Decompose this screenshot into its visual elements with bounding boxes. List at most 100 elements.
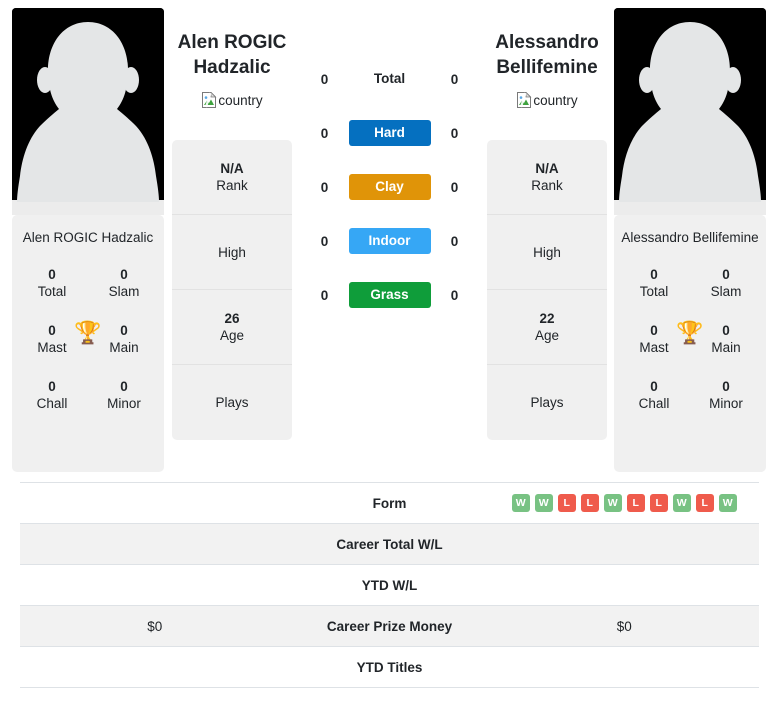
form-badge-win: W xyxy=(511,494,530,512)
stat-mast-label: Mast xyxy=(639,340,669,355)
right-high-label: High xyxy=(533,244,561,260)
stat-slam-label: Slam xyxy=(710,284,742,299)
left-card-player-name: Alen ROGIC Hadzalic xyxy=(22,230,154,245)
right-info-age: 22 Age xyxy=(487,290,607,365)
left-info-rank: N/A Rank xyxy=(172,140,292,215)
stat-main-value: 0 xyxy=(722,323,730,338)
table-row-career-total-wl: Career Total W/L xyxy=(20,524,759,565)
stat-minor-label: Minor xyxy=(709,396,743,411)
right-info-rank: N/A Rank xyxy=(487,140,607,215)
left-score-clay: 0 xyxy=(320,179,329,195)
left-career-prize-money: $0 xyxy=(147,618,163,634)
stat-chall: 0 Chall xyxy=(16,378,88,412)
right-score-clay: 0 xyxy=(450,179,459,195)
stat-main-label: Main xyxy=(109,340,139,355)
left-player-name-line2: Hadzalic xyxy=(193,57,271,78)
form-badge-loss: L xyxy=(649,494,668,512)
form-badge-loss: L xyxy=(626,494,645,512)
stat-mast-value: 0 xyxy=(650,323,658,338)
form-badge-win: W xyxy=(672,494,691,512)
right-player-column: Alessandro Bellifemine 🏆 0 Total 0 Slam … xyxy=(607,8,767,472)
left-score-hard: 0 xyxy=(320,125,329,141)
surface-badge-hard: Hard xyxy=(348,120,431,146)
left-titles-grid: 🏆 0 Total 0 Slam 0 Mast 0 Main 0 Chall 0… xyxy=(16,266,160,412)
stat-mast-label: Mast xyxy=(37,340,67,355)
broken-image-icon xyxy=(202,92,217,108)
right-age-label: Age xyxy=(534,328,560,343)
stat-total-label: Total xyxy=(37,284,67,299)
right-info-card: N/A Rank High 22 Age Plays xyxy=(487,140,607,440)
right-score-grass: 0 xyxy=(450,287,459,303)
left-country-alt-text: country xyxy=(218,92,263,108)
stat-chall-label: Chall xyxy=(36,396,68,411)
left-player-info-column: Alen ROGIC Hadzalic country N/A Rank Hig… xyxy=(172,8,292,440)
surface-row-hard: 0 Hard 0 xyxy=(292,120,487,146)
right-info-plays: Plays xyxy=(487,365,607,440)
stat-minor-value: 0 xyxy=(120,379,128,394)
stat-total-label: Total xyxy=(639,284,669,299)
form-badge-loss: L xyxy=(557,494,576,512)
form-badge-win: W xyxy=(718,494,737,512)
right-score-hard: 0 xyxy=(450,125,459,141)
table-row-ytd-wl: YTD W/L xyxy=(20,565,759,606)
right-player-name: Alessandro Bellifemine xyxy=(487,30,607,80)
stat-chall-value: 0 xyxy=(650,379,658,394)
table-row-ytd-titles: YTD Titles xyxy=(20,647,759,688)
surface-badge-grass: Grass xyxy=(348,282,431,308)
stat-slam-value: 0 xyxy=(120,267,128,282)
surface-row-indoor: 0 Indoor 0 xyxy=(292,228,487,254)
left-age-label: Age xyxy=(219,328,245,343)
stat-minor: 0 Minor xyxy=(690,378,762,412)
career-total-wl-label: Career Total W/L xyxy=(336,536,443,552)
right-player-info-column: Alessandro Bellifemine country N/A Rank … xyxy=(487,8,607,440)
right-score-indoor: 0 xyxy=(450,233,459,249)
form-badge-win: W xyxy=(603,494,622,512)
right-player-name-line1: Alessandro xyxy=(495,32,599,53)
left-rank-value: N/A xyxy=(220,161,244,176)
stat-slam-label: Slam xyxy=(108,284,140,299)
form-badge-loss: L xyxy=(580,494,599,512)
stat-main-label: Main xyxy=(711,340,741,355)
stat-main-value: 0 xyxy=(120,323,128,338)
stat-slam-value: 0 xyxy=(722,267,730,282)
stat-total-value: 0 xyxy=(48,267,56,282)
stat-chall-label: Chall xyxy=(638,396,670,411)
table-row-form: Form WWLLWLLWLW xyxy=(20,483,759,524)
stat-main: 0 Main xyxy=(88,322,160,356)
player-comparison: Alen ROGIC Hadzalic 🏆 0 Total 0 Slam 0 M… xyxy=(0,0,779,472)
left-country-flag: country xyxy=(172,92,292,108)
surface-badge-total: Total xyxy=(373,71,406,86)
left-player-name-line1: Alen ROGIC xyxy=(177,32,287,53)
form-badge-win: W xyxy=(534,494,553,512)
left-player-name: Alen ROGIC Hadzalic xyxy=(172,30,292,80)
right-plays-label: Plays xyxy=(530,395,564,410)
right-career-prize-money: $0 xyxy=(616,618,632,634)
stat-slam: 0 Slam xyxy=(88,266,160,300)
right-player-name-line2: Bellifemine xyxy=(496,57,598,78)
head-to-head-stats-table: Form WWLLWLLWLW Career Total W/L YTD W/L… xyxy=(20,482,759,688)
ytd-wl-label: YTD W/L xyxy=(361,577,418,593)
form-badge-loss: L xyxy=(695,494,714,512)
stat-minor-label: Minor xyxy=(107,396,141,411)
surface-row-total: 0 Total 0 xyxy=(292,66,487,92)
broken-image-icon xyxy=(517,92,532,108)
career-prize-money-label: Career Prize Money xyxy=(326,618,453,634)
stat-minor: 0 Minor xyxy=(88,378,160,412)
left-age-value: 26 xyxy=(224,311,240,326)
right-titles-card: Alessandro Bellifemine 🏆 0 Total 0 Slam … xyxy=(614,215,766,472)
left-high-label: High xyxy=(218,244,246,260)
stat-mast: 0 Mast xyxy=(618,322,690,356)
right-info-high: High xyxy=(487,215,607,290)
avatar-silhouette-icon xyxy=(614,8,766,215)
surface-badge-clay: Clay xyxy=(348,174,431,200)
avatar-silhouette-icon xyxy=(12,8,164,215)
left-titles-card: Alen ROGIC Hadzalic 🏆 0 Total 0 Slam 0 M… xyxy=(12,215,164,472)
left-score-indoor: 0 xyxy=(320,233,329,249)
surface-comparison-column: 0 Total 0 0 Hard 0 0 Clay 0 0 Indoor 0 0… xyxy=(292,8,487,308)
left-score-total: 0 xyxy=(320,71,329,87)
surface-row-grass: 0 Grass 0 xyxy=(292,282,487,308)
stat-chall: 0 Chall xyxy=(618,378,690,412)
form-label: Form xyxy=(372,495,407,511)
stat-mast-value: 0 xyxy=(48,323,56,338)
left-score-grass: 0 xyxy=(320,287,329,303)
